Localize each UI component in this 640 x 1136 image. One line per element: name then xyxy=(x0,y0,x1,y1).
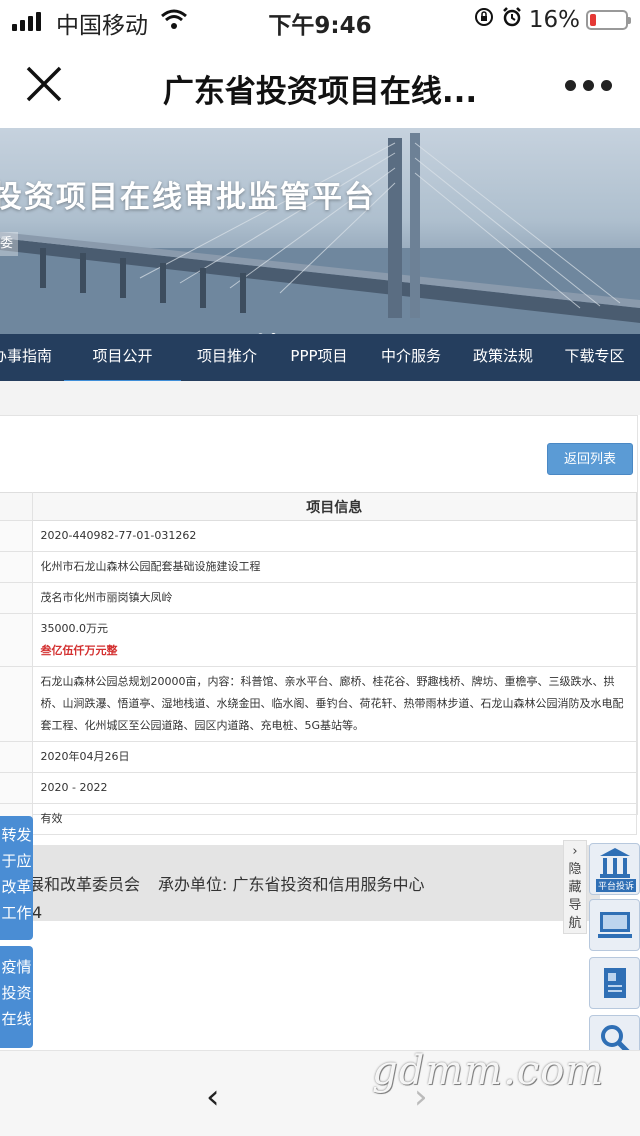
tab-project-public[interactable]: 项目公开 xyxy=(64,334,181,383)
back-to-list-button[interactable]: 返回列表 xyxy=(547,443,633,475)
project-status: 有效 xyxy=(31,803,637,835)
banner-tag: 委 xyxy=(0,232,18,256)
tab-policy[interactable]: 政策法规 xyxy=(457,334,549,381)
platform-complaint-label: 平台投诉 xyxy=(596,879,637,892)
tab-guide[interactable]: 办事指南 xyxy=(0,334,64,381)
project-scope: 石龙山森林公园总规划20000亩，内容：科普馆、亲水平台、廊桥、桂花谷、野趣栈桥… xyxy=(31,666,637,742)
forward-reform-button[interactable]: 转发于应改革工作 xyxy=(0,816,33,940)
tab-ppp[interactable]: PPP项目 xyxy=(273,334,365,381)
tab-project-promo[interactable]: 项目推介 xyxy=(181,334,273,381)
epidemic-investment-button[interactable]: 疫情投资在线 xyxy=(0,946,33,1048)
government-building-icon xyxy=(600,848,630,878)
site-footer: 展和改革委员会承办单位: 广东省投资和信用服务中心 2号-4 xyxy=(0,845,600,922)
project-location: 茂名市化州市丽岗镇大凤岭 xyxy=(31,582,637,614)
project-amount-cell: 35000.0万元 叁亿伍仟万元整 xyxy=(31,613,637,667)
banner-headline: 投资项目在线审批监管平台 xyxy=(0,180,376,215)
table-header: 项目信息 xyxy=(32,492,637,521)
project-info-table: 项目信息 2020-440982-77-01-031262 化州市石龙山森林公园… xyxy=(0,492,637,835)
page-title: 广东省投资项目在线... xyxy=(162,74,478,110)
chevron-right-icon: › xyxy=(572,844,578,859)
project-amount: 35000.0万元 xyxy=(40,622,109,635)
hide-nav-toggle[interactable]: › 隐藏导航 xyxy=(563,840,587,934)
nav-bar: 广东省投资项目在线... xyxy=(0,40,640,128)
computer-service-button[interactable] xyxy=(589,899,640,951)
tab-bar: 办事指南 项目公开 项目推介 PPP项目 中介服务 政策法规 下载专区 xyxy=(0,334,640,383)
bridge-image xyxy=(0,133,640,334)
status-bar: 中国移动 下午9:46 16% xyxy=(0,0,640,40)
project-amount-chinese: 叁亿伍仟万元整 xyxy=(40,644,118,657)
computer-icon xyxy=(598,912,632,938)
project-date: 2020年04月26日 xyxy=(31,741,637,773)
battery-percent: 16% xyxy=(528,7,580,33)
spacer xyxy=(0,381,640,415)
project-period: 2020 - 2022 xyxy=(31,772,637,804)
platform-complaint-button[interactable]: 平台投诉 xyxy=(589,843,640,895)
alarm-icon xyxy=(501,6,523,34)
project-code: 2020-440982-77-01-031262 xyxy=(31,520,637,552)
rotation-lock-icon xyxy=(473,6,495,34)
document-service-button[interactable] xyxy=(589,957,640,1009)
tab-agency[interactable]: 中介服务 xyxy=(365,334,457,381)
back-arrow-icon[interactable]: ‹ xyxy=(206,1077,220,1117)
tab-download[interactable]: 下载专区 xyxy=(549,334,640,381)
footer-organizer: 广东省投资和信用服务中心 xyxy=(232,875,425,894)
footer-organizer-label: 承办单位: xyxy=(158,875,228,894)
more-icon[interactable] xyxy=(565,80,612,91)
watermark: gdmm.com xyxy=(372,1048,605,1094)
close-icon[interactable] xyxy=(24,64,64,104)
footer-sponsor: 展和改革委员会 xyxy=(28,875,141,894)
document-icon xyxy=(604,968,626,998)
hero-banner: 投资项目在线审批监管平台 委 xyxy=(0,128,640,334)
battery-icon xyxy=(586,10,631,30)
project-name: 化州市石龙山森林公园配套基础设施建设工程 xyxy=(31,551,637,583)
